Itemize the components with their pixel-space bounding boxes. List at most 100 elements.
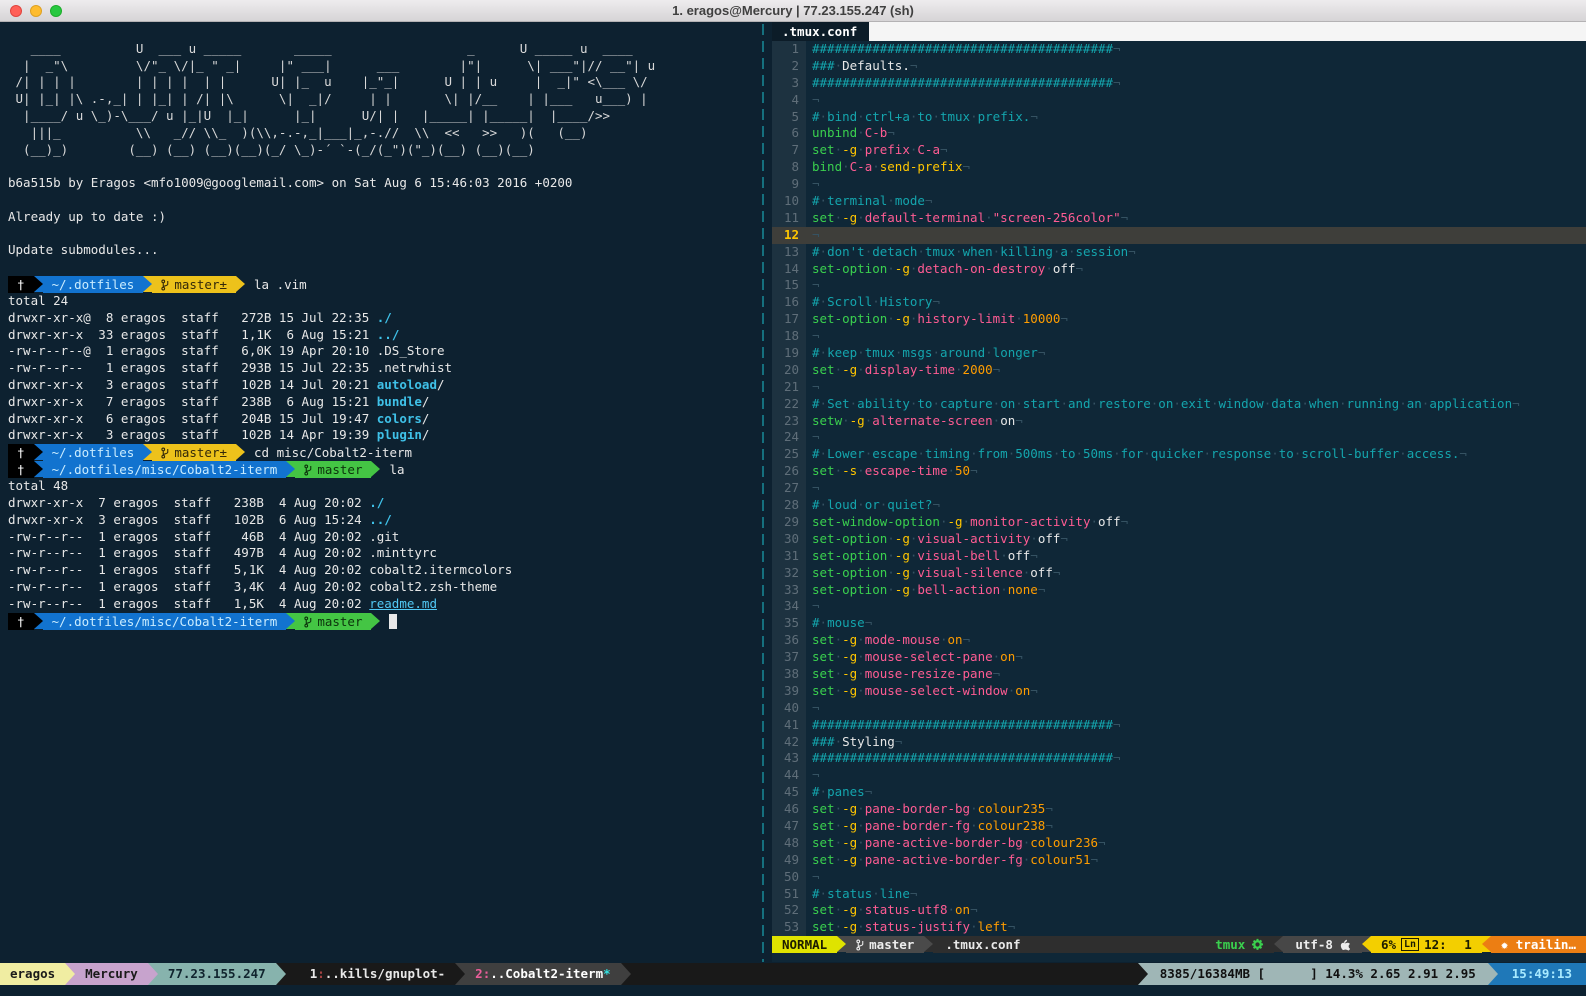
vim-line: 15¬: [772, 277, 1586, 294]
powerline-arrow-icon: [371, 613, 380, 629]
command-text: la: [380, 461, 404, 478]
prompt-branch: master±: [152, 444, 236, 461]
vim-line: 34¬: [772, 598, 1586, 615]
vim-tabline: .tmux.conf: [772, 22, 1586, 41]
terminal-line: drwxr-xr-x 7 eragos staff 238B 4 Aug 20:…: [8, 495, 758, 512]
terminal-line: drwxr-xr-x 3 eragos staff 102B 14 Apr 19…: [8, 427, 758, 444]
statusline-branch: master: [846, 936, 924, 953]
powerline-arrow-icon: [837, 936, 846, 952]
powerline-arrow-icon: [286, 461, 295, 477]
vim-pane[interactable]: .tmux.conf 1############################…: [772, 22, 1586, 962]
prompt-branch: master: [295, 461, 371, 478]
vim-line: 38set·-g·mouse-resize-pane¬: [772, 666, 1586, 683]
powerline-arrow-icon: [236, 444, 245, 460]
vim-line: 10#·terminal·mode¬: [772, 193, 1586, 210]
tmux-status-bar: eragos Mercury 77.23.155.247 1:..kills/g…: [0, 963, 1586, 985]
terminal-line: -rw-r--r-- 1 eragos staff 3,4K 4 Aug 20:…: [8, 579, 758, 596]
vim-line: 39set·-g·mouse-select-window·on¬: [772, 683, 1586, 700]
pane-divider[interactable]: [762, 24, 764, 962]
statusline-whitespace-warning: ✹ trailin…: [1491, 936, 1586, 953]
vim-line: 37set·-g·mouse-select-pane·on¬: [772, 649, 1586, 666]
submodule-line: Update submodules...: [8, 242, 758, 259]
vim-line: 13#·don't·detach·tmux·when·killing·a·ses…: [772, 244, 1586, 261]
shell-prompt-current[interactable]: † ~/.dotfiles/misc/Cobalt2-iterm master: [8, 613, 758, 630]
window-title: 1. eragos@Mercury | 77.23.155.247 (sh): [672, 3, 914, 18]
vim-line: 43######################################…: [772, 750, 1586, 767]
git-branch-icon: [161, 447, 170, 459]
terminal-line: drwxr-xr-x 7 eragos staff 238B 6 Aug 15:…: [8, 394, 758, 411]
vim-line: 31set-option·-g·visual-bell·off¬: [772, 548, 1586, 565]
tmux-hostname: Mercury: [75, 963, 148, 985]
powerline-arrow-icon: [65, 963, 75, 985]
terminal[interactable]: ____ U ___ u _____ _____ _ U _____ u ___…: [0, 22, 1586, 996]
terminal-line: -rw-r--r--@ 1 eragos staff 6,0K 19 Apr 2…: [8, 343, 758, 360]
prompt-branch: master±: [152, 276, 236, 293]
vim-line: 35#·mouse¬: [772, 615, 1586, 632]
terminal-line: drwxr-xr-x 3 eragos staff 102B 14 Jul 20…: [8, 377, 758, 394]
tmux-session-name: eragos: [0, 963, 65, 985]
tmux-system-stats: 8385/16384MB [ ] 14.3% 2.65 2.91 2.95: [1148, 963, 1488, 985]
terminal-line: -rw-r--r-- 1 eragos staff 293B 15 Jul 22…: [8, 360, 758, 377]
prompt-marker: †: [8, 444, 34, 461]
gear-icon: [1251, 938, 1264, 951]
prompt-path: ~/.dotfiles: [43, 444, 144, 461]
vim-line: 46set·-g·pane-border-bg·colour235¬: [772, 801, 1586, 818]
tmux-window-1[interactable]: 1:..kills/gnuplot-: [300, 963, 455, 985]
vim-line: 53set·-g·status-justify·left¬: [772, 919, 1586, 936]
file-listing-2: drwxr-xr-x 7 eragos staff 238B 4 Aug 20:…: [8, 495, 758, 613]
vim-line: 14set-option·-g·detach-on-destroy·off¬: [772, 261, 1586, 278]
powerline-arrow-icon: [1138, 963, 1148, 985]
shell-pane[interactable]: ____ U ___ u _____ _____ _ U _____ u ___…: [0, 22, 758, 962]
vim-line: 16#·Scroll·History¬: [772, 294, 1586, 311]
vim-tab-tmux-conf[interactable]: .tmux.conf: [772, 22, 869, 41]
vim-line: 44¬: [772, 767, 1586, 784]
minimize-button[interactable]: [30, 5, 42, 17]
text-cursor: [389, 614, 397, 629]
powerline-arrow-icon: [1362, 936, 1371, 952]
vim-line: 2###·Defaults.¬: [772, 58, 1586, 75]
vim-line: 3#######################################…: [772, 75, 1586, 92]
vim-line: 52set·-g·status-utf8·on¬: [772, 902, 1586, 919]
powerline-arrow-icon: [371, 461, 380, 477]
vim-line: 21¬: [772, 379, 1586, 396]
git-branch-icon: [856, 939, 865, 951]
zoom-button[interactable]: [50, 5, 62, 17]
vim-line: 45#·panes¬: [772, 784, 1586, 801]
vim-statusline: NORMAL master .tmux.conf tmux utf-8 6% L…: [772, 936, 1586, 953]
tmux-window-2-active[interactable]: 2:..Cobalt2-iterm*: [465, 963, 620, 985]
vim-line: 30set-option·-g·visual-activity·off¬: [772, 531, 1586, 548]
vim-line: 22#·Set·ability·to·capture·on·start·and·…: [772, 396, 1586, 413]
powerline-arrow-icon: [34, 276, 43, 292]
vim-line: 40¬: [772, 700, 1586, 717]
vim-buffer[interactable]: 1#######################################…: [772, 41, 1586, 936]
prompt-path: ~/.dotfiles: [43, 276, 144, 293]
powerline-arrow-icon: [34, 444, 43, 460]
terminal-line: drwxr-xr-x 33 eragos staff 1,1K 6 Aug 15…: [8, 327, 758, 344]
listing-total: total 48: [8, 478, 758, 495]
vim-line: 32set-option·-g·visual-silence·off¬: [772, 565, 1586, 582]
shell-prompt-3: † ~/.dotfiles/misc/Cobalt2-iterm master …: [8, 461, 758, 478]
shell-prompt-2: † ~/.dotfiles master± cd misc/Cobalt2-it…: [8, 444, 758, 461]
line-number-icon: Ln: [1401, 938, 1419, 951]
prompt-marker: †: [8, 613, 34, 630]
shell-prompt-1: † ~/.dotfiles master± la .vim: [8, 276, 758, 293]
statusline-position: 6% Ln 12: 1: [1371, 936, 1482, 953]
vim-line: 41######################################…: [772, 717, 1586, 734]
powerline-arrow-icon: [455, 963, 465, 985]
terminal-line: -rw-r--r-- 1 eragos staff 497B 4 Aug 20:…: [8, 545, 758, 562]
prompt-branch: master: [295, 613, 371, 630]
vim-line: 36set·-g·mode-mouse·on¬: [772, 632, 1586, 649]
git-branch-icon: [304, 616, 313, 628]
powerline-arrow-icon: [276, 963, 286, 985]
vim-line: 20set·-g·display-time·2000¬: [772, 362, 1586, 379]
git-branch-icon: [161, 279, 170, 291]
vim-line: 26set·-s·escape-time·50¬: [772, 463, 1586, 480]
terminal-line: drwxr-xr-x@ 8 eragos staff 272B 15 Jul 2…: [8, 310, 758, 327]
vim-line: 28#·loud·or·quiet?¬: [772, 497, 1586, 514]
vim-line: 11set·-g·default-terminal·"screen-256col…: [772, 210, 1586, 227]
git-commit-line: b6a515b by Eragos <mfo1009@googlemail.co…: [8, 175, 758, 192]
terminal-line: -rw-r--r-- 1 eragos staff 5,1K 4 Aug 20:…: [8, 562, 758, 579]
terminal-line: drwxr-xr-x 6 eragos staff 204B 15 Jul 19…: [8, 411, 758, 428]
tmux-ip-address: 77.23.155.247: [158, 963, 276, 985]
close-button[interactable]: [10, 5, 22, 17]
